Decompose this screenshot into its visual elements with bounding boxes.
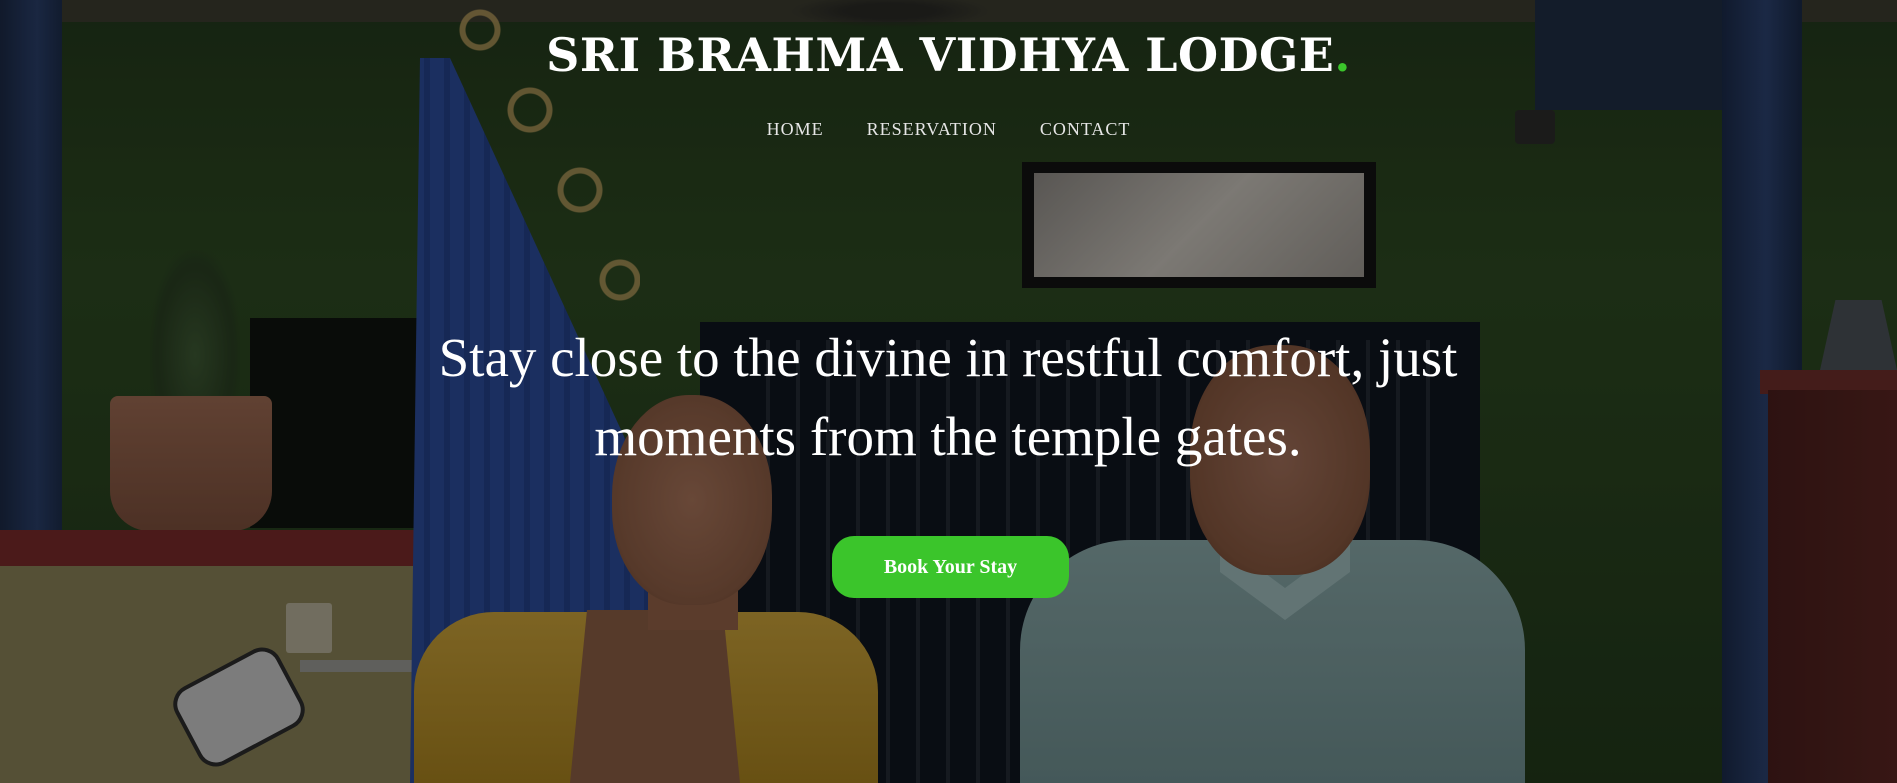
nav-link-contact[interactable]: CONTACT [1040,119,1131,140]
hero-section: SRI BRAHMA VIDHYA LODGE. HOME RESERVATIO… [0,0,1897,783]
nav-link-home[interactable]: HOME [767,119,824,140]
nav-link-reservation[interactable]: RESERVATION [867,119,997,140]
site-logo[interactable]: SRI BRAHMA VIDHYA LODGE. [0,28,1897,82]
logo-dot: . [1334,28,1351,82]
hero-tagline: Stay close to the divine in restful comf… [438,327,1458,467]
main-navigation: HOME RESERVATION CONTACT [0,119,1897,140]
book-your-stay-button[interactable]: Book Your Stay [832,536,1069,598]
site-title: SRI BRAHMA VIDHYA LODGE [546,28,1335,82]
